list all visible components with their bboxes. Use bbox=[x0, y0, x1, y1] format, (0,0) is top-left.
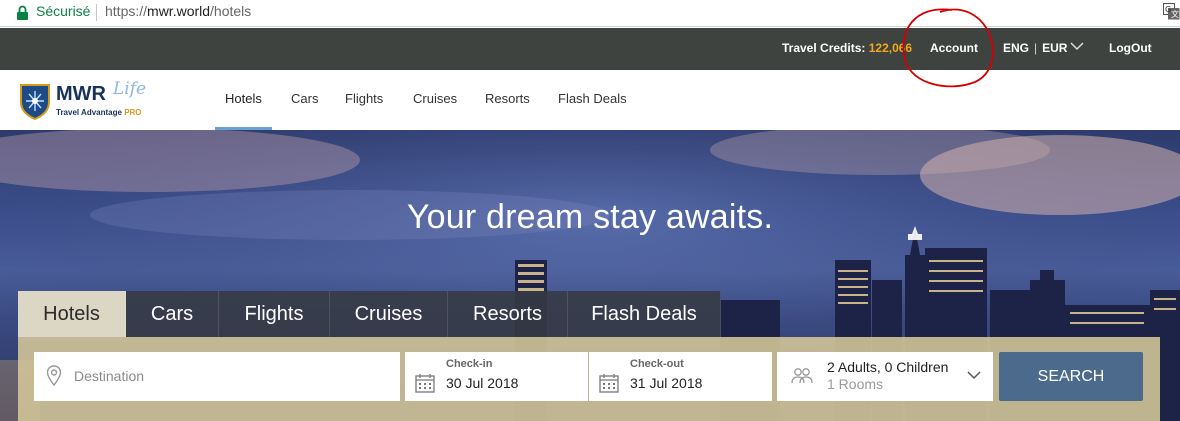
tab-resorts[interactable]: Resorts bbox=[448, 291, 568, 337]
checkin-value: 30 Jul 2018 bbox=[446, 375, 519, 391]
nav-hotels[interactable]: Hotels bbox=[225, 91, 262, 106]
tab-flights[interactable]: Flights bbox=[219, 291, 330, 337]
nav-resorts[interactable]: Resorts bbox=[485, 91, 530, 106]
nav-flights[interactable]: Flights bbox=[345, 91, 383, 106]
logout-link[interactable]: LogOut bbox=[1109, 41, 1152, 55]
tab-hotels[interactable]: Hotels bbox=[18, 291, 126, 337]
hotel-search-form: Destination Check-in 30 Jul 2018 Check-o… bbox=[18, 337, 1160, 421]
browser-address-bar: Sécurisé https://mwr.world/hotels G 文 bbox=[0, 0, 1180, 27]
language-label: ENG bbox=[1003, 41, 1030, 55]
credits-value: 122,066 bbox=[868, 41, 913, 55]
rooms-count: 1 Rooms bbox=[827, 376, 884, 392]
calendar-icon bbox=[415, 374, 435, 393]
hero-headline: Your dream stay awaits. bbox=[406, 198, 774, 236]
checkout-label: Check-out bbox=[630, 358, 684, 370]
brand-tagline-text: Travel Advantage bbox=[56, 108, 122, 117]
checkout-date-field[interactable]: Check-out 31 Jul 2018 bbox=[589, 352, 772, 401]
credits-label: Travel Credits: bbox=[782, 41, 866, 55]
account-link[interactable]: Account bbox=[930, 41, 978, 55]
brand-script: Life bbox=[113, 79, 147, 99]
translate-icon[interactable]: G 文 bbox=[1163, 3, 1180, 20]
lock-icon bbox=[17, 5, 28, 20]
svg-text:文: 文 bbox=[1171, 9, 1179, 19]
url-scheme: https:// bbox=[105, 3, 148, 19]
brand-name: MWR bbox=[56, 83, 106, 105]
lang-divider: | bbox=[1034, 41, 1038, 55]
guests-icon bbox=[791, 368, 813, 384]
chevron-down-icon[interactable] bbox=[1070, 42, 1084, 51]
tab-flash-deals[interactable]: Flash Deals bbox=[568, 291, 721, 337]
shield-logo-icon bbox=[20, 84, 50, 120]
brand-tagline: Travel Advantage PRO bbox=[56, 108, 142, 117]
search-button[interactable]: SEARCH bbox=[999, 352, 1143, 401]
destination-input[interactable]: Destination bbox=[34, 352, 400, 401]
secure-label: Sécurisé bbox=[36, 3, 91, 19]
address-divider bbox=[96, 4, 97, 21]
nav-cars[interactable]: Cars bbox=[291, 91, 318, 106]
brand-tier: PRO bbox=[124, 108, 142, 117]
currency-label: EUR bbox=[1042, 41, 1068, 55]
checkin-date-field[interactable]: Check-in 30 Jul 2018 bbox=[405, 352, 588, 401]
url-host: mwr.world bbox=[147, 3, 211, 19]
language-currency-selector[interactable]: ENG | EUR bbox=[1003, 41, 1067, 55]
travel-credits: Travel Credits: 122,066 bbox=[782, 41, 912, 55]
calendar-icon bbox=[599, 374, 619, 393]
url-field[interactable]: https://mwr.world/hotels bbox=[105, 3, 251, 19]
tab-cars[interactable]: Cars bbox=[126, 291, 219, 337]
url-path: /hotels bbox=[210, 3, 252, 19]
location-pin-icon bbox=[46, 365, 62, 387]
guests-rooms-selector[interactable]: 2 Adults, 0 Children 1 Rooms bbox=[777, 352, 993, 401]
chevron-down-icon bbox=[967, 371, 981, 380]
tab-cruises[interactable]: Cruises bbox=[330, 291, 448, 337]
guests-count: 2 Adults, 0 Children bbox=[827, 359, 949, 375]
checkout-value: 31 Jul 2018 bbox=[630, 375, 703, 391]
main-navigation: MWR Life Travel Advantage PRO Hotels Car… bbox=[0, 70, 1180, 130]
nav-cruises[interactable]: Cruises bbox=[413, 91, 457, 106]
brand-logo[interactable]: MWR Life Travel Advantage PRO bbox=[18, 79, 158, 122]
top-account-bar: Travel Credits: 122,066 Account ENG | EUR … bbox=[0, 28, 1180, 70]
checkin-label: Check-in bbox=[446, 358, 493, 370]
destination-placeholder: Destination bbox=[74, 368, 145, 384]
nav-flash-deals[interactable]: Flash Deals bbox=[558, 91, 627, 106]
